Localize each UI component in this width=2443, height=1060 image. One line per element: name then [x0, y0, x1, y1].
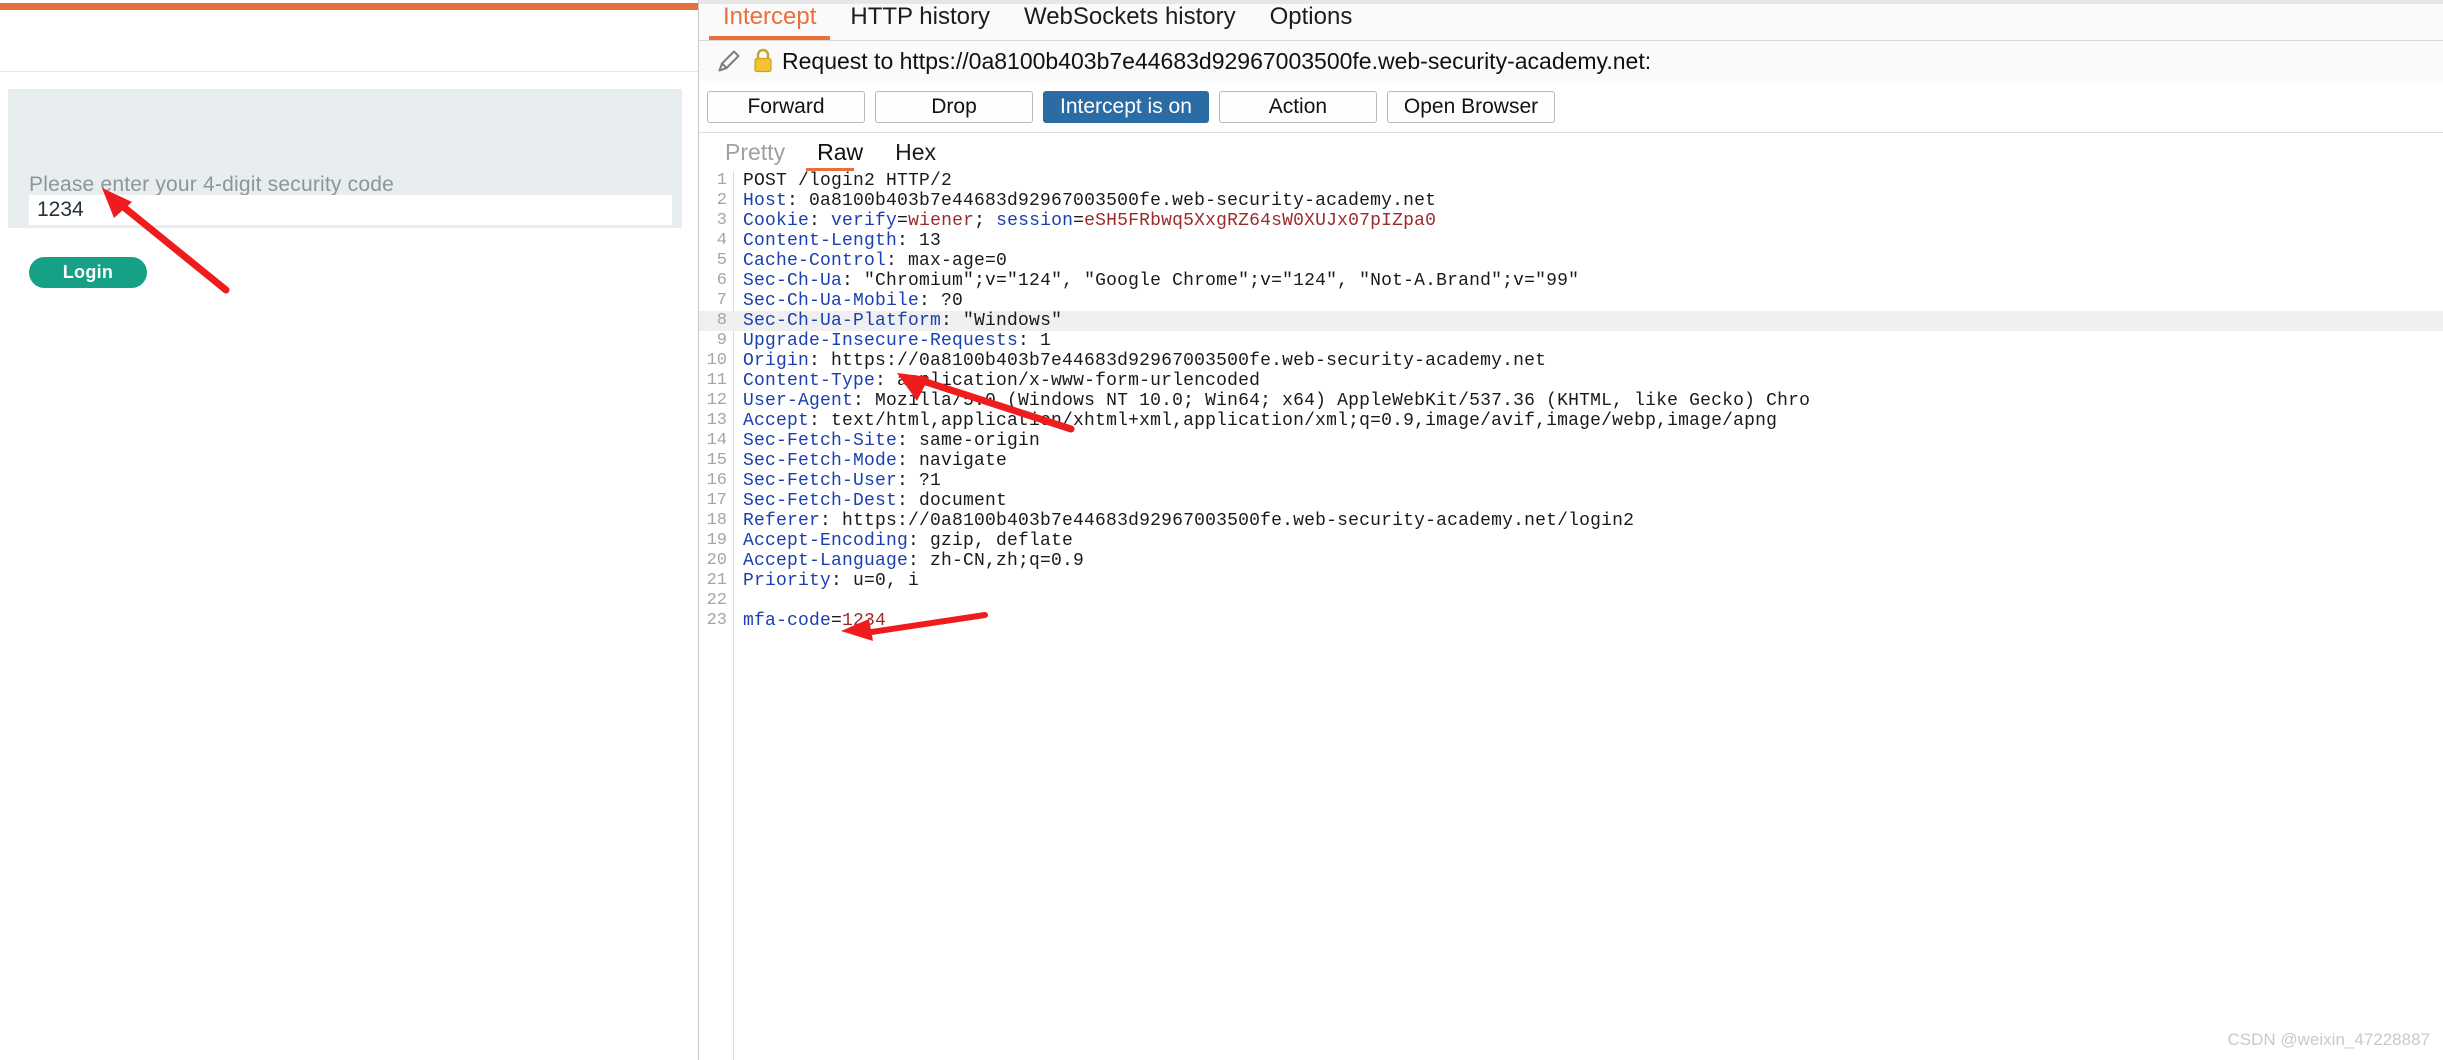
burp-suite-proxy-panel: Intercept HTTP history WebSockets histor… [698, 0, 2443, 1060]
line-number: 2 [716, 191, 727, 210]
line-number: 18 [706, 511, 727, 530]
proxy-tab-bar: Intercept HTTP history WebSockets histor… [699, 4, 2443, 41]
drop-button[interactable]: Drop [875, 91, 1033, 123]
request-line[interactable]: 12 User-Agent: Mozilla/5.0 (Windows NT 10… [699, 391, 2443, 411]
line-content: Cookie: verify=wiener; session=eSH5FRbwq… [743, 211, 1437, 231]
line-content: Sec-Ch-Ua-Mobile: ?0 [743, 291, 964, 311]
request-line[interactable]: 11 Content-Type: application/x-www-form-u… [699, 371, 2443, 391]
tab-intercept[interactable]: Intercept [709, 5, 831, 40]
line-content: Accept: text/html,application/xhtml+xml,… [743, 411, 1778, 431]
login-button[interactable]: Login [29, 257, 147, 288]
line-number: 15 [706, 451, 727, 470]
view-tab-pretty[interactable]: Pretty [713, 139, 797, 166]
request-code-rows: 1 POST /login2 HTTP/2 2 Host: 0a8100b403b7e… [699, 171, 2443, 631]
line-content: POST /login2 HTTP/2 [743, 171, 953, 191]
request-line[interactable]: 18 Referer: https://0a8100b403b7e44683d92… [699, 511, 2443, 531]
request-line[interactable]: 13 Accept: text/html,application/xhtml+xm… [699, 411, 2443, 431]
request-line[interactable]: 5 Cache-Control: max-age=0 [699, 251, 2443, 271]
tab-websockets-history[interactable]: WebSockets history [1010, 5, 1250, 40]
line-number: 10 [706, 351, 727, 370]
line-number: 6 [716, 271, 727, 290]
line-content: Content-Type: application/x-www-form-url… [743, 371, 1261, 391]
request-line[interactable]: 7 Sec-Ch-Ua-Mobile: ?0 [699, 291, 2443, 311]
line-content: Host: 0a8100b403b7e44683d92967003500fe.w… [743, 191, 1437, 211]
intercept-toggle-button[interactable]: Intercept is on [1043, 91, 1209, 123]
line-content: Sec-Ch-Ua-Platform: "Windows" [743, 311, 1063, 331]
request-line[interactable]: 14 Sec-Fetch-Site: same-origin [699, 431, 2443, 451]
line-number: 9 [716, 331, 727, 350]
line-number: 7 [716, 291, 727, 310]
line-content: Content-Length: 13 [743, 231, 942, 251]
request-line[interactable]: 15 Sec-Fetch-Mode: navigate [699, 451, 2443, 471]
request-line[interactable]: 19 Accept-Encoding: gzip, deflate [699, 531, 2443, 551]
line-content: Sec-Fetch-Mode: navigate [743, 451, 1008, 471]
open-browser-button[interactable]: Open Browser [1386, 91, 1556, 123]
request-title-row: Request to https://0a8100b403b7e44683d92… [699, 41, 2443, 81]
tab-http-history[interactable]: HTTP history [836, 5, 1004, 40]
request-line[interactable]: 21 Priority: u=0, i [699, 571, 2443, 591]
site-accent-bar [0, 3, 698, 10]
line-number: 5 [716, 251, 727, 270]
line-content: Upgrade-Insecure-Requests: 1 [743, 331, 1052, 351]
line-content: Origin: https://0a8100b403b7e44683d92967… [743, 351, 1547, 371]
lock-icon [754, 48, 772, 73]
view-tab-hex[interactable]: Hex [883, 139, 948, 166]
request-line[interactable]: 8 Sec-Ch-Ua-Platform: "Windows" [699, 311, 2443, 331]
request-line[interactable]: 17 Sec-Fetch-Dest: document [699, 491, 2443, 511]
request-line[interactable]: 6 Sec-Ch-Ua: "Chromium";v="124", "Google … [699, 271, 2443, 291]
line-number: 4 [716, 231, 727, 250]
line-number: 11 [706, 371, 727, 390]
line-number: 3 [716, 211, 727, 230]
tab-options[interactable]: Options [1256, 5, 1367, 40]
watermark-text: CSDN @weixin_47228887 [2227, 1030, 2430, 1049]
line-content: User-Agent: Mozilla/5.0 (Windows NT 10.0… [743, 391, 1811, 411]
request-line[interactable]: 1 POST /login2 HTTP/2 [699, 171, 2443, 191]
request-line[interactable]: 10 Origin: https://0a8100b403b7e44683d929… [699, 351, 2443, 371]
line-number: 12 [706, 391, 727, 410]
line-content: Sec-Ch-Ua: "Chromium";v="124", "Google C… [743, 271, 1580, 291]
mfa-code-label: Please enter your 4-digit security code [29, 173, 394, 196]
message-view-tab-bar: Pretty Raw Hex [699, 132, 2443, 171]
request-line[interactable]: 4 Content-Length: 13 [699, 231, 2443, 251]
intercept-toolbar: Forward Drop Intercept is on Action Open… [699, 86, 2443, 128]
request-line[interactable]: 16 Sec-Fetch-User: ?1 [699, 471, 2443, 491]
line-number: 8 [716, 311, 727, 330]
request-line[interactable]: 2 Host: 0a8100b403b7e44683d92967003500fe.… [699, 191, 2443, 211]
line-number: 23 [706, 611, 727, 630]
line-content: Sec-Fetch-User: ?1 [743, 471, 942, 491]
target-webpage: Please enter your 4-digit security code … [0, 0, 698, 1060]
request-editor[interactable]: 1 POST /login2 HTTP/2 2 Host: 0a8100b403b7e… [699, 171, 2443, 1060]
request-line[interactable]: 20 Accept-Language: zh-CN,zh;q=0.9 [699, 551, 2443, 571]
line-content: Sec-Fetch-Dest: document [743, 491, 1008, 511]
line-number: 13 [706, 411, 727, 430]
line-content: Accept-Encoding: gzip, deflate [743, 531, 1074, 551]
line-content: Priority: u=0, i [743, 571, 920, 591]
forward-button[interactable]: Forward [707, 91, 865, 123]
request-line[interactable]: 9 Upgrade-Insecure-Requests: 1 [699, 331, 2443, 351]
action-button[interactable]: Action [1218, 91, 1377, 123]
request-line[interactable]: 23 mfa-code=1234 [699, 611, 2443, 631]
mfa-login-panel: Please enter your 4-digit security code … [8, 89, 682, 288]
view-tab-raw[interactable]: Raw [805, 139, 875, 166]
line-number: 17 [706, 491, 727, 510]
line-number: 14 [706, 431, 727, 450]
site-header-divider [0, 71, 698, 72]
mfa-code-input[interactable] [29, 195, 672, 225]
line-number: 21 [706, 571, 727, 590]
pencil-icon[interactable] [715, 47, 743, 75]
line-number: 22 [706, 591, 727, 610]
line-content: Accept-Language: zh-CN,zh;q=0.9 [743, 551, 1085, 571]
line-content: Sec-Fetch-Site: same-origin [743, 431, 1041, 451]
line-content: Cache-Control: max-age=0 [743, 251, 1008, 271]
line-number: 19 [706, 531, 727, 550]
line-content: Referer: https://0a8100b403b7e44683d9296… [743, 511, 1635, 531]
request-title-text: Request to https://0a8100b403b7e44683d92… [782, 47, 1652, 74]
request-line[interactable]: 3 Cookie: verify=wiener; session=eSH5FRbw… [699, 211, 2443, 231]
line-number: 16 [706, 471, 727, 490]
line-content: mfa-code=1234 [743, 611, 887, 631]
request-line[interactable]: 22 [699, 591, 2443, 611]
line-number: 20 [706, 551, 727, 570]
line-number: 1 [716, 171, 727, 190]
